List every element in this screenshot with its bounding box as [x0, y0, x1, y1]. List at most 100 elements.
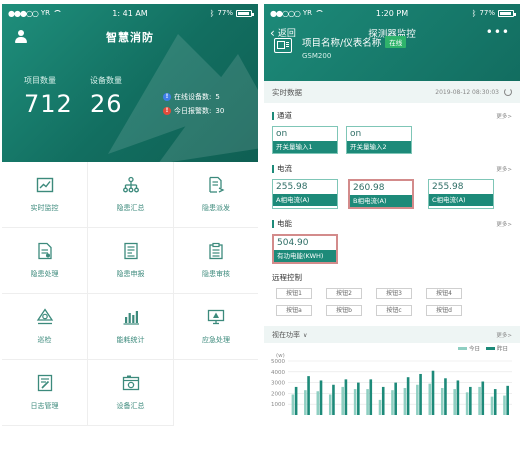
- section-title: 电能: [272, 220, 292, 228]
- screenshot-canvas: ●●●○○ YR 1: 41 AM ᛒ 77% 智慧消防 项目数量 712 设备数量…: [0, 0, 524, 452]
- y-tick-label: 4000: [271, 370, 285, 376]
- remote-button-a[interactable]: 按钮a: [276, 305, 312, 316]
- remote-button-b[interactable]: 按钮b: [326, 305, 362, 316]
- home-screen: ●●●○○ YR 1: 41 AM ᛒ 77% 智慧消防 项目数量 712 设备数量…: [2, 4, 258, 448]
- dispatch-doc-icon: [209, 176, 225, 193]
- detector-header: ●●○○○ YR 1:20 PM ᛒ 77% ‹ 返回 探测器监控 ••• 项目名称/…: [264, 4, 520, 81]
- bar-yesterday: [332, 384, 335, 415]
- bar-yesterday: [344, 379, 348, 415]
- home-header: ●●●○○ YR 1: 41 AM ᛒ 77% 智慧消防 项目数量 712 设备数量…: [2, 4, 258, 162]
- section-title: 通道: [272, 112, 292, 120]
- carrier-label: YR: [302, 9, 313, 17]
- legend-label: 今日: [469, 345, 480, 353]
- bar-today: [341, 386, 344, 415]
- device-icon: [274, 38, 292, 53]
- stats-panel: 项目数量 712 设备数量 26 ! 在线设备数: 5 ! 今日报警数: 30: [2, 70, 258, 130]
- bar-today: [440, 388, 444, 415]
- bar-yesterday: [444, 378, 447, 415]
- legend-swatch: [486, 347, 495, 350]
- app-title: 智慧消防: [106, 31, 154, 44]
- bar-yesterday: [294, 386, 298, 415]
- remote-button-c[interactable]: 按钮c: [376, 305, 412, 316]
- card-value: on: [350, 129, 362, 139]
- bar-yesterday: [481, 381, 485, 415]
- today-alarms-row[interactable]: ! 今日报警数: 30: [163, 104, 224, 118]
- today-alarms-label: 今日报警数:: [174, 107, 212, 115]
- card-label: B相电流(A): [350, 195, 412, 207]
- menu-item-label: 实时监控: [30, 204, 59, 212]
- online-devices-row[interactable]: ! 在线设备数: 5: [163, 90, 224, 104]
- bar-yesterday: [506, 385, 509, 415]
- remote-button-1[interactable]: 按钮1: [276, 288, 312, 299]
- card-value: 260.98: [353, 183, 385, 193]
- menu-item-emergency[interactable]: 应急处理: [174, 294, 258, 360]
- menu-item-hazard-report[interactable]: 隐患申报: [88, 228, 174, 294]
- card-label: 有功电能(KWH): [274, 250, 336, 262]
- card-label: A相电流(A): [273, 194, 337, 206]
- menu-item-label: 隐患申报: [116, 270, 145, 278]
- bar-today: [316, 391, 320, 415]
- menu-item-label: 应急处理: [202, 336, 230, 344]
- more-link[interactable]: 更多>: [496, 220, 512, 228]
- bar-yesterday: [419, 373, 422, 415]
- menu-item-hazard-summary[interactable]: 隐患汇总: [88, 162, 174, 228]
- data-card[interactable]: on 开关量输入1: [272, 126, 338, 154]
- user-icon[interactable]: [14, 30, 28, 44]
- remote-button-d[interactable]: 按钮d: [426, 305, 462, 316]
- online-devices-label: 在线设备数:: [174, 93, 212, 101]
- bar-yesterday: [369, 379, 373, 415]
- remote-button-3[interactable]: 按钮3: [376, 288, 412, 299]
- section-channel: 通道 更多> on 开关量输入1 on 开关量输入2: [264, 109, 520, 154]
- bar-yesterday: [394, 382, 397, 415]
- power-bar-chart: (w)今日 昨日10002000300040005000: [271, 345, 512, 415]
- signal-icon: ●●○○○: [270, 8, 301, 18]
- status-bar: ●●○○○ YR 1:20 PM ᛒ 77%: [264, 4, 520, 22]
- more-link[interactable]: 更多>: [496, 112, 512, 120]
- detector-monitor-screen: ●●○○○ YR 1:20 PM ᛒ 77% ‹ 返回 探测器监控 ••• 项目名称/…: [264, 4, 520, 448]
- bar-today: [353, 389, 357, 415]
- battery-icon: [236, 9, 254, 17]
- wifi-icon: [53, 10, 63, 16]
- patrol-icon: [36, 308, 53, 325]
- menu-item-label: 隐患汇总: [116, 204, 145, 212]
- device-count[interactable]: 设备数量 26: [90, 75, 123, 118]
- data-card-selected[interactable]: 260.98 B相电流(A): [348, 179, 414, 209]
- menu-item-log-management[interactable]: 日志管理: [2, 360, 88, 426]
- bar-today: [378, 399, 382, 415]
- menu-item-patrol[interactable]: 巡检: [2, 294, 88, 360]
- more-link[interactable]: 更多>: [496, 165, 512, 173]
- data-card-selected[interactable]: 504.90 有功电能(KWH): [272, 234, 338, 264]
- power-chart: (w) 今日 昨日 1000 2000 3000 4000 5000: [264, 343, 520, 419]
- status-time: 1:20 PM: [375, 8, 409, 18]
- menu-item-hazard-process[interactable]: 隐患处理: [2, 228, 88, 294]
- project-count-value: 712: [24, 90, 73, 118]
- project-count[interactable]: 项目数量 712: [24, 75, 73, 118]
- data-card[interactable]: 255.98 A相电流(A): [272, 179, 338, 209]
- edit-log-icon: [37, 374, 52, 392]
- realtime-timestamp: 2019-08-12 08:30:03: [435, 88, 499, 96]
- menu-item-realtime-monitor[interactable]: 实时监控: [2, 162, 88, 228]
- section-energy: 电能 更多> 504.90 有功电能(KWH): [264, 217, 520, 264]
- more-menu-icon[interactable]: •••: [486, 26, 510, 38]
- chart-selector[interactable]: 视在功率 ∨: [272, 330, 307, 340]
- refresh-icon[interactable]: [504, 88, 512, 96]
- remote-button-2[interactable]: 按钮2: [326, 288, 362, 299]
- more-link[interactable]: 更多>: [496, 331, 512, 339]
- menu-item-label: 隐患派发: [202, 204, 230, 212]
- menu-item-device-summary[interactable]: 设备汇总: [88, 360, 174, 426]
- remote-button-4[interactable]: 按钮4: [426, 288, 462, 299]
- menu-item-energy-stats[interactable]: 能耗统计: [88, 294, 174, 360]
- data-card[interactable]: on 开关量输入2: [346, 126, 412, 154]
- bar-yesterday: [469, 386, 472, 415]
- menu-item-label: 隐患审核: [202, 270, 230, 278]
- today-alarms-value: 30: [215, 107, 225, 115]
- bar-today: [465, 392, 469, 415]
- monitor-icon: [207, 309, 225, 325]
- menu-item-hazard-dispatch[interactable]: 隐患派发: [174, 162, 258, 228]
- realtime-data-bar: 实时数据 2019-08-12 08:30:03: [264, 81, 520, 103]
- data-card[interactable]: 255.98 C相电流(A): [428, 179, 494, 209]
- device-name: 项目名称/仪表名称: [302, 38, 382, 49]
- menu-item-hazard-review[interactable]: 隐患审核: [174, 228, 258, 294]
- realtime-label: 实时数据: [272, 87, 302, 97]
- device-model: GSM200: [302, 52, 332, 60]
